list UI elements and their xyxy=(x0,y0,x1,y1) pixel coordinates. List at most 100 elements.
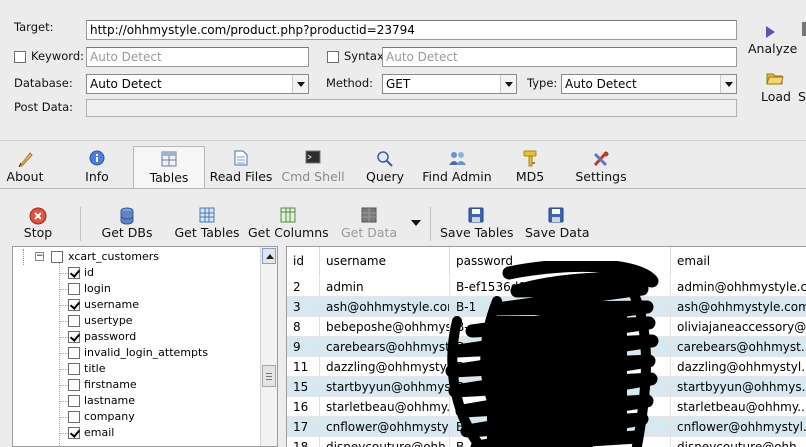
keyword-checkbox[interactable] xyxy=(14,51,26,63)
method-label: Method: xyxy=(326,76,374,90)
tree-column-checkbox[interactable] xyxy=(68,331,80,343)
tree-column-item[interactable]: company xyxy=(13,409,253,425)
tab-cmd-shell[interactable]: Cmd Shell xyxy=(281,146,345,188)
chevron-down-icon xyxy=(720,75,736,93)
tab-read-files-label: Read Files xyxy=(209,169,273,184)
save-tables-button[interactable]: Save Tables xyxy=(440,205,514,243)
tree-column-item[interactable]: email xyxy=(13,425,253,441)
grip-line xyxy=(266,376,272,377)
tree-scrollbar[interactable] xyxy=(260,247,277,446)
tools-icon xyxy=(593,151,609,167)
data-grid[interactable]: id username password email 2 admin B-ef153… xyxy=(286,246,806,447)
table-column-tree[interactable]: − xcart_customers id login username usertyp… xyxy=(12,246,278,447)
tree-column-item[interactable]: login xyxy=(13,281,253,297)
table-grid-icon xyxy=(199,207,215,223)
tree-column-label: login xyxy=(84,282,111,295)
grid-cell-username: cnflower@ohhmystyl... xyxy=(320,417,450,437)
tree-column-checkbox[interactable] xyxy=(68,347,80,359)
syntax-input[interactable]: Auto Detect xyxy=(382,47,737,67)
tab-read-files[interactable]: Read Files xyxy=(208,146,274,188)
post-data-input[interactable] xyxy=(86,99,737,117)
grid-cell-username: admin xyxy=(320,277,450,297)
folder-icon xyxy=(766,73,784,85)
tree-column-item[interactable]: invalid_login_attempts xyxy=(13,345,253,361)
tree-column-label: password xyxy=(84,330,137,343)
grid-header-email[interactable]: email xyxy=(671,247,806,276)
tree-column-checkbox[interactable] xyxy=(68,395,80,407)
scroll-up-button[interactable] xyxy=(262,248,276,264)
get-dbs-button[interactable]: Get DBs xyxy=(100,205,154,243)
get-data-button[interactable]: Get Data xyxy=(341,205,397,243)
tab-md5[interactable]: MD5 xyxy=(512,146,548,188)
tree-column-label: id xyxy=(84,266,95,279)
floppy-disk-icon xyxy=(468,207,484,223)
grid-cell-username: ash@ohhmystyle.com xyxy=(320,297,450,317)
redaction-scribble xyxy=(445,261,659,447)
load-button[interactable]: Load xyxy=(758,70,798,106)
tree-column-checkbox[interactable] xyxy=(68,267,80,279)
tree-column-checkbox[interactable] xyxy=(68,411,80,423)
tab-settings[interactable]: Settings xyxy=(574,146,628,188)
tree-column-label: username xyxy=(84,298,139,311)
grid-cell-email: starletbeau@ohhmy... xyxy=(671,397,806,417)
database-icon xyxy=(120,207,134,225)
get-tables-label: Get Tables xyxy=(174,225,240,240)
type-select[interactable]: Auto Detect xyxy=(561,74,737,94)
admin-user-icon xyxy=(449,152,466,165)
grid-cell-email: ash@ohhmystyle.com xyxy=(671,297,806,317)
grid-cell-email: startbyyun@ohhmys... xyxy=(671,377,806,397)
chevron-down-icon xyxy=(500,75,516,93)
stop-button[interactable]: Stop xyxy=(17,205,59,243)
tree-column-item[interactable]: firstname xyxy=(13,377,253,393)
database-select[interactable]: Auto Detect xyxy=(86,74,309,94)
tree-column-checkbox[interactable] xyxy=(68,379,80,391)
get-tables-button[interactable]: Get Tables xyxy=(174,205,240,243)
tree-line xyxy=(60,401,68,402)
tree-line xyxy=(60,337,68,338)
tree-column-checkbox[interactable] xyxy=(68,299,80,311)
stop-icon xyxy=(29,207,47,225)
target-url-input[interactable]: http://ohhmystyle.com/product.php?produc… xyxy=(86,20,737,40)
collapse-icon[interactable]: − xyxy=(35,252,44,261)
tree-line xyxy=(60,353,68,354)
tab-info[interactable]: Info xyxy=(76,146,118,188)
syntax-checkbox[interactable] xyxy=(327,51,339,63)
tree-column-item[interactable]: username xyxy=(13,297,253,313)
tree-table-label: xcart_customers xyxy=(68,250,159,263)
tab-tables[interactable]: Tables xyxy=(133,146,205,188)
grid-cell-username: starletbeau@ohhmy... xyxy=(320,397,450,417)
tree-column-checkbox[interactable] xyxy=(68,363,80,375)
grid-header-username[interactable]: username xyxy=(320,247,450,276)
tree-node-table[interactable]: − xcart_customers xyxy=(13,249,253,265)
tab-find-admin[interactable]: Find Admin xyxy=(421,146,493,188)
grid-cell-id: 16 xyxy=(287,397,320,417)
quill-pen-icon xyxy=(18,152,33,168)
tree-column-checkbox[interactable] xyxy=(68,427,80,439)
tab-query[interactable]: Query xyxy=(362,146,408,188)
tab-query-label: Query xyxy=(366,169,404,184)
tree-column-label: firstname xyxy=(84,378,137,391)
grid-cell-id: 11 xyxy=(287,357,320,377)
post-data-label: Post Data: xyxy=(14,100,74,114)
tree-table-checkbox[interactable] xyxy=(51,251,63,263)
tree-column-item[interactable]: lastname xyxy=(13,393,253,409)
analyze-button[interactable]: Analyze xyxy=(746,22,797,58)
tree-column-item[interactable]: id xyxy=(13,265,253,281)
tab-about[interactable]: About xyxy=(2,146,48,188)
grid-header-id[interactable]: id xyxy=(287,247,320,276)
tree-column-checkbox[interactable] xyxy=(68,283,80,295)
method-select[interactable]: GET xyxy=(382,74,517,94)
save-data-label: Save Data xyxy=(525,225,590,240)
get-columns-button[interactable]: Get Columns xyxy=(248,205,329,243)
toolbar-separator xyxy=(430,207,431,241)
grid-cell-username: dazzling@ohhmystyle... xyxy=(320,357,450,377)
tree-column-checkbox[interactable] xyxy=(68,315,80,327)
scroll-thumb[interactable] xyxy=(262,365,276,387)
keyword-input[interactable]: Auto Detect xyxy=(86,47,309,67)
save-data-button[interactable]: Save Data xyxy=(525,205,590,243)
tree-column-item[interactable]: title xyxy=(13,361,253,377)
tree-column-item[interactable]: usertype xyxy=(13,313,253,329)
get-data-dropdown-icon[interactable] xyxy=(411,220,421,226)
tree-line xyxy=(60,417,68,418)
tree-column-item[interactable]: password xyxy=(13,329,253,345)
